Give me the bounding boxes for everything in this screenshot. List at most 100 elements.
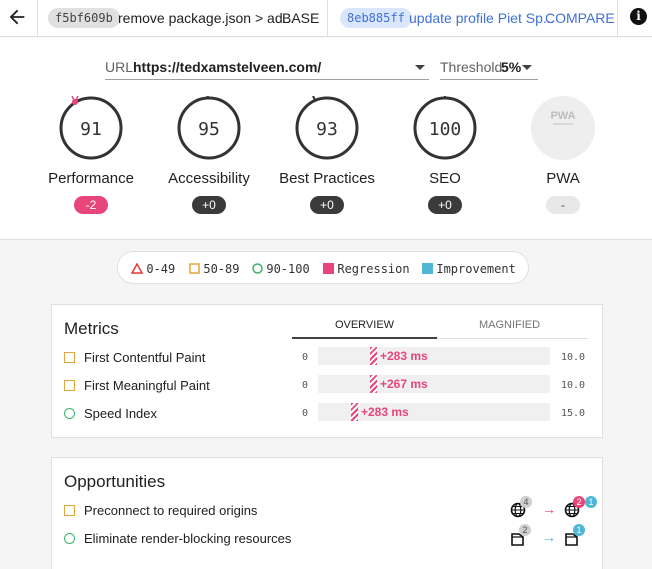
legend-item: 90-100 — [252, 261, 310, 276]
opportunity-name: Preconnect to required origins — [84, 503, 258, 518]
threshold-select-value: 5% — [501, 59, 522, 75]
regression-marker — [351, 403, 358, 421]
legend-item: 0-49 — [130, 261, 175, 276]
score-delta-badge: +0 — [192, 196, 226, 214]
pwa-badge-icon: PWA — [531, 96, 595, 160]
metric-axis-max: 10.0 — [561, 380, 586, 391]
chevron-down-icon — [522, 65, 532, 70]
triangle-red-icon — [130, 262, 144, 275]
legend-item: 50-89 — [189, 261, 239, 276]
count-badge: 2 — [519, 524, 531, 536]
divider — [37, 0, 38, 37]
metric-axis-min: 0 — [302, 408, 309, 419]
gauge-score: 95 — [198, 119, 220, 140]
improvement-badge: 1 — [585, 496, 597, 508]
base-details-icon: 2 — [510, 524, 536, 550]
base-details-icon: 4 — [510, 496, 536, 522]
threshold-select-label: Threshold — [440, 59, 503, 75]
score-delta-badge: -2 — [74, 196, 108, 214]
gauge-performance[interactable]: 91 Performance -2 — [41, 96, 141, 214]
tab-magnified[interactable]: MAGNIFIED — [437, 319, 582, 331]
legend-label: 50-89 — [203, 261, 240, 276]
opportunities-card: Opportunities Preconnect to required ori… — [51, 457, 603, 569]
metric-name: First Meaningful Paint — [84, 378, 210, 393]
metric-bar: +283 ms — [318, 403, 550, 421]
score-gauge-icon: 100 — [413, 96, 477, 160]
url-select-label: URL — [105, 59, 134, 75]
metric-bar: +267 ms — [318, 375, 550, 393]
opportunity-row[interactable]: Eliminate render-blocking resources 2 → … — [64, 524, 592, 550]
gauge-best-practices[interactable]: 93 Best Practices +0 — [277, 96, 377, 214]
metric-axis-max: 15.0 — [561, 408, 586, 419]
url-select-value: https://tedxamstelveen.com/ — [133, 59, 322, 75]
metrics-tabs: OVERVIEW MAGNIFIED — [292, 315, 588, 339]
metric-row[interactable]: Speed Index 0 +283 ms 15.0 — [64, 403, 592, 423]
gauge-score: 91 — [80, 119, 102, 140]
count-badge: 4 — [520, 496, 532, 508]
divider — [617, 0, 618, 37]
base-commit-message[interactable]: remove package.json > ad... — [118, 10, 294, 26]
regression-marker — [370, 375, 377, 393]
gauge-label: Best Practices — [279, 170, 375, 187]
regression-marker — [370, 347, 377, 365]
compare-commit-hash[interactable]: 8eb885ff — [340, 8, 412, 28]
gauge-score: 93 — [316, 119, 338, 140]
average-indicator-icon — [64, 505, 75, 516]
gauge-label: SEO — [429, 170, 461, 187]
metric-name: Speed Index — [84, 406, 158, 421]
arrow-right-icon: → — [542, 501, 556, 517]
legend-label: Improvement — [436, 261, 516, 276]
metric-delta: +267 ms — [380, 377, 428, 391]
score-delta-badge: +0 — [310, 196, 344, 214]
gauge-pwa[interactable]: PWA PWA - — [513, 96, 613, 214]
score-legend: 0-49 50-89 90-100 Regression Improvement — [117, 251, 529, 284]
opportunity-name: Eliminate render-blocking resources — [84, 531, 292, 546]
opportunity-row[interactable]: Preconnect to required origins 4 → 2 1 — [64, 496, 597, 522]
metric-axis-min: 0 — [302, 380, 309, 391]
pass-indicator-icon — [64, 533, 75, 544]
improvement-badge: 1 — [573, 524, 585, 536]
metrics-title: Metrics — [64, 319, 119, 338]
compare-label: COMPARE — [545, 10, 615, 26]
threshold-select[interactable]: Threshold 5% — [440, 58, 538, 80]
compare-details-icon: 2 1 — [564, 496, 597, 522]
tab-overview[interactable]: OVERVIEW — [292, 319, 437, 331]
metric-name: First Contentful Paint — [84, 350, 206, 365]
base-label: BASE — [282, 10, 320, 26]
base-commit-hash[interactable]: f5bf609b — [48, 8, 120, 28]
metric-axis-max: 10.0 — [561, 352, 586, 363]
metrics-card: Metrics OVERVIEW MAGNIFIED First Content… — [51, 304, 603, 438]
opportunities-title: Opportunities — [64, 472, 166, 491]
info-icon[interactable]: i — [630, 8, 647, 25]
legend-item: Improvement — [422, 261, 516, 276]
score-gauge-icon: 93 — [295, 96, 359, 160]
metric-axis-min: 0 — [302, 352, 309, 363]
report-header: URL https://tedxamstelveen.com/ Threshol… — [0, 38, 652, 240]
gauge-accessibility[interactable]: 95 Accessibility +0 — [159, 96, 259, 214]
compare-toolbar: f5bf609b remove package.json > ad... BAS… — [0, 0, 652, 37]
gauge-score: 100 — [429, 119, 462, 140]
gauge-seo[interactable]: 100 SEO +0 — [395, 96, 495, 214]
compare-commit-message[interactable]: update profile Piet Sp... — [409, 10, 555, 26]
divider — [327, 0, 328, 37]
legend-label: 90-100 — [266, 261, 310, 276]
pwa-badge-text: PWA — [550, 110, 575, 122]
score-delta-badge: +0 — [428, 196, 462, 214]
gauge-label: Accessibility — [168, 170, 250, 187]
metric-delta: +283 ms — [361, 405, 409, 419]
legend-label: Regression — [337, 261, 410, 276]
average-indicator-icon — [64, 352, 75, 363]
metric-delta: +283 ms — [380, 349, 428, 363]
compare-details-icon: 1 — [564, 524, 590, 550]
arrow-right-icon: → — [542, 529, 556, 545]
metric-row[interactable]: First Meaningful Paint 0 +267 ms 10.0 — [64, 375, 592, 395]
regression-swatch-icon — [323, 263, 334, 275]
metric-row[interactable]: First Contentful Paint 0 +283 ms 10.0 — [64, 347, 592, 367]
back-arrow-icon[interactable] — [6, 6, 28, 28]
square-orange-icon — [189, 263, 200, 275]
circle-green-icon — [252, 263, 263, 275]
score-delta-badge: - — [546, 196, 580, 214]
url-select[interactable]: URL https://tedxamstelveen.com/ — [105, 58, 429, 80]
score-gauge-icon: 95 — [177, 96, 241, 160]
score-gauge-icon: 91 — [59, 96, 123, 160]
